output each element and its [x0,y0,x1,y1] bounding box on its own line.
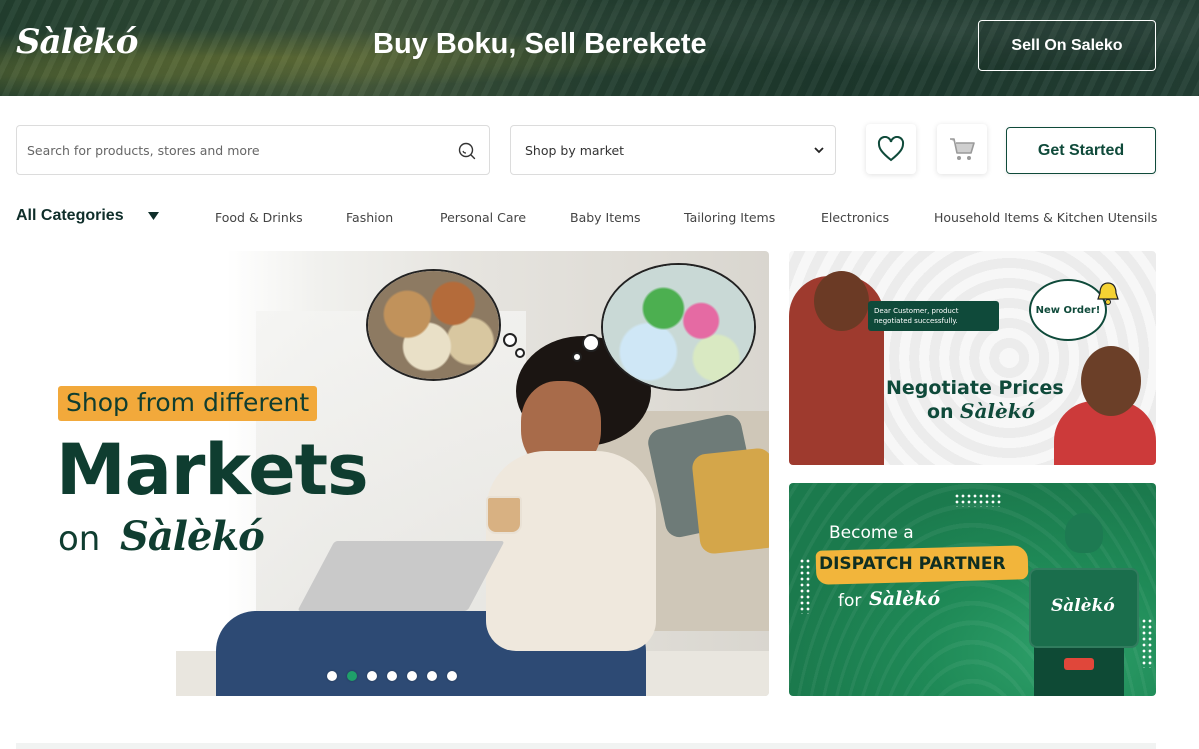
heart-icon [877,136,905,162]
bell-icon [1097,282,1119,305]
tagline: Buy Boku, Sell Berekete [373,28,707,60]
carousel-dots [327,671,457,681]
carousel-dot[interactable] [387,671,397,681]
for-text: for [838,591,862,611]
category-fashion[interactable]: Fashion [346,210,393,225]
category-food-drinks[interactable]: Food & Drinks [215,210,303,225]
search-icon[interactable] [458,142,476,160]
cart-button[interactable] [937,124,987,174]
search-input[interactable] [27,126,447,174]
top-banner: Sàlèkó Buy Boku, Sell Berekete Sell On S… [0,0,1199,96]
negotiate-on: on [927,401,954,423]
caret-down-icon[interactable] [148,212,159,220]
hero-logo: Sàlèkó [120,513,265,560]
market-select-value: Shop by market [525,143,625,158]
shop-by-market-select[interactable]: Shop by market [510,125,836,175]
delivery-box-logo: Sàlèkó [1051,596,1115,616]
site-logo[interactable]: Sàlèkó [16,22,138,62]
category-household-items[interactable]: Household Items & Kitchen Utensils [934,210,1157,225]
hero-on-text: on [58,519,101,559]
sell-on-saleko-button[interactable]: Sell On Saleko [978,20,1156,71]
become-text: Become a [829,523,914,543]
get-started-button[interactable]: Get Started [1006,127,1156,174]
negotiate-prices-banner[interactable]: Dear Customer, product negotiated succes… [789,251,1156,465]
carousel-dot[interactable] [367,671,377,681]
all-categories-dropdown[interactable]: All Categories [16,207,124,225]
cart-icon [950,138,975,160]
thought-bubble-market-food [366,269,501,381]
category-tailoring-items[interactable]: Tailoring Items [684,210,775,225]
dispatch-logo: Sàlèkó [869,588,941,610]
hero-carousel[interactable]: Shop from different Markets on Sàlèkó [16,251,769,696]
section-divider [16,743,1156,749]
carousel-dot[interactable] [347,671,357,681]
category-personal-care[interactable]: Personal Care [440,210,526,225]
carousel-dot[interactable] [407,671,417,681]
category-baby-items[interactable]: Baby Items [570,210,641,225]
search-box [16,125,490,175]
category-electronics[interactable]: Electronics [821,210,889,225]
carousel-dot[interactable] [447,671,457,681]
carousel-dot[interactable] [427,671,437,681]
thought-bubble-baby-items [601,263,756,391]
hero-pill: Shop from different [58,386,318,421]
dispatch-partner-banner[interactable]: Become a DISPATCH PARTNER for Sàlèkó Sàl… [789,483,1156,696]
hero-headline: Markets [56,429,369,511]
negotiate-title: Negotiate Prices [886,377,1064,399]
negotiation-notification: Dear Customer, product negotiated succes… [868,301,999,331]
chevron-down-icon [814,147,824,154]
negotiate-logo: Sàlèkó [960,399,1035,423]
wishlist-button[interactable] [866,124,916,174]
carousel-dot[interactable] [327,671,337,681]
dispatch-partner-text: DISPATCH PARTNER [819,554,1006,574]
